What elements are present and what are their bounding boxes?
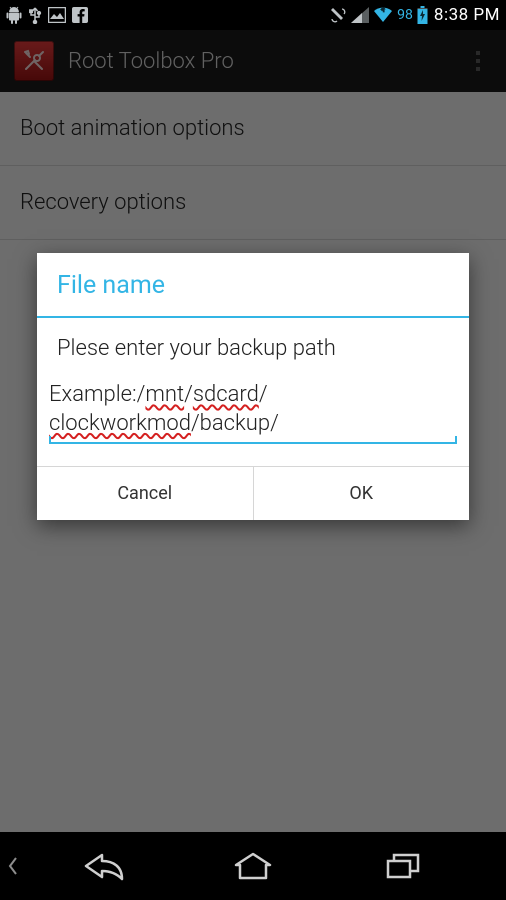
vibrate-icon [329, 6, 347, 24]
picture-icon [48, 7, 66, 23]
ok-button[interactable]: OK [253, 467, 470, 520]
input-text: Example:/ [49, 382, 145, 407]
status-clock: 8:38 PM [434, 5, 500, 25]
home-button[interactable] [178, 851, 328, 881]
back-button[interactable] [28, 851, 178, 881]
navigation-bar [0, 832, 506, 900]
input-text: sdcard [193, 382, 259, 407]
usb-icon [28, 6, 42, 24]
input-text: mnt [145, 382, 184, 407]
facebook-icon [72, 7, 88, 23]
dialog-title: File name [37, 253, 469, 316]
dialog: File name Plese enter your backup path E… [37, 253, 469, 520]
recent-apps-button[interactable] [328, 851, 478, 881]
status-bar: 98 8:38 PM [0, 0, 506, 30]
backup-path-input[interactable]: Example:/mnt/sdcard/clockworkmod/backup/ [49, 381, 457, 448]
battery-icon [417, 6, 428, 24]
input-text: / [259, 382, 268, 407]
signal-icon [351, 7, 369, 23]
dialog-message: Plese enter your backup path [37, 318, 469, 369]
wifi-icon [373, 7, 393, 23]
android-icon [6, 6, 22, 24]
battery-percent: 98 [397, 7, 413, 23]
input-text: / [184, 382, 193, 407]
input-text: clockworkmod [49, 411, 191, 436]
input-text: /backup/ [191, 411, 279, 436]
nav-chevron-icon[interactable] [0, 856, 28, 876]
cancel-button[interactable]: Cancel [37, 467, 253, 520]
